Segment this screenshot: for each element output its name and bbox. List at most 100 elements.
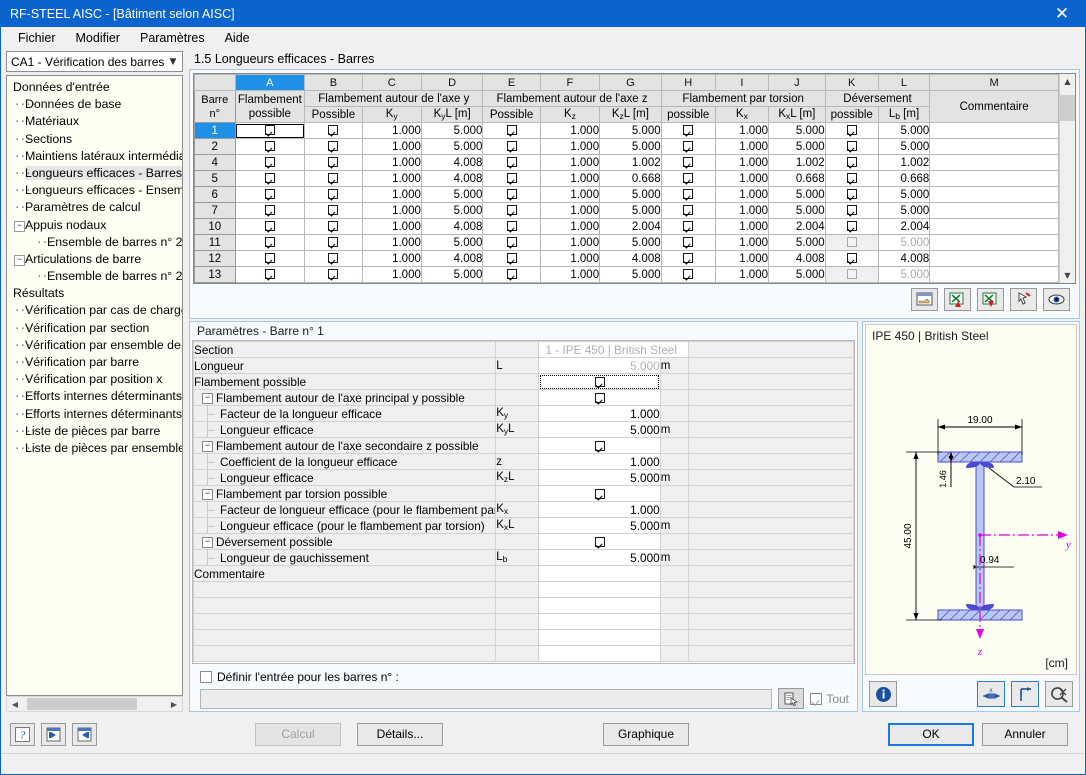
table-vscrollbar[interactable]: ▲ ▼ — [1059, 74, 1075, 283]
cell-lb[interactable]: 5.000 — [877, 234, 931, 251]
cell-kz[interactable]: 1.000 — [539, 250, 601, 267]
tree-expander-icon[interactable]: − — [14, 254, 25, 266]
cell-kx[interactable]: 1.000 — [714, 266, 770, 283]
menu-item-aide[interactable]: Aide — [216, 28, 259, 48]
column-header-D[interactable]: D — [420, 74, 484, 91]
scroll-up-icon[interactable]: ▲ — [1060, 74, 1075, 89]
row-header-12[interactable]: 12 — [194, 250, 236, 267]
define-entry-row[interactable]: Définir l'entrée pour les barres n° : — [200, 670, 849, 684]
cell-x-possible[interactable] — [660, 122, 716, 139]
load-case-combo[interactable]: CA1 - Vérification des barres en ▼ — [6, 51, 183, 72]
cell-ky[interactable]: 1.000 — [361, 234, 422, 251]
cell-comment[interactable] — [929, 202, 1059, 219]
member-numbers-input[interactable] — [200, 688, 773, 709]
checkbox-icon[interactable] — [683, 221, 694, 232]
cell-x-possible[interactable] — [660, 154, 716, 171]
checkbox-icon[interactable] — [594, 441, 605, 452]
parameter-row[interactable]: Longueur efficace (pour le flambement pa… — [193, 517, 854, 534]
cell-ky[interactable]: 1.000 — [361, 218, 422, 235]
sidebar-item-21[interactable]: ····Liste de pièces par ensemble de barr… — [7, 440, 182, 457]
checkbox-icon[interactable] — [846, 253, 857, 264]
cell-lb[interactable]: 5.000 — [877, 122, 931, 139]
column-header-M[interactable]: M — [929, 74, 1059, 91]
checkbox-icon[interactable] — [264, 173, 275, 184]
column-header-H[interactable]: H — [660, 74, 716, 91]
pick-members-icon[interactable] — [778, 688, 805, 709]
cell-kxl[interactable]: 5.000 — [768, 234, 826, 251]
checkbox-icon[interactable] — [846, 221, 857, 232]
navigator-tree[interactable]: Données d'entrée ···· Données de base ···· M… — [6, 75, 183, 696]
table-row[interactable]: 6 1.000 5.000 1.000 5.000 1.000 5.000 5.000 — [194, 186, 1059, 203]
cell-kxl[interactable]: 5.000 — [768, 138, 826, 155]
checkbox-icon[interactable] — [264, 253, 275, 264]
checkbox-icon[interactable] — [506, 173, 517, 184]
sidebar-item-1[interactable]: ···· Données de base — [7, 96, 182, 113]
zoom-reset-icon[interactable] — [1045, 681, 1073, 707]
row-header-2[interactable]: 2 — [194, 138, 236, 155]
scroll-right-icon[interactable]: ▶ — [166, 700, 182, 709]
checkbox-icon[interactable] — [328, 237, 339, 248]
checkbox-icon[interactable] — [683, 189, 694, 200]
grid-corner[interactable] — [194, 74, 236, 91]
checkbox-icon[interactable] — [683, 125, 694, 136]
graphique-button[interactable]: Graphique — [603, 722, 689, 746]
sidebar-item-6[interactable]: ····Longueurs efficaces - Ensemble — [7, 182, 182, 199]
cell-kz[interactable]: 1.000 — [539, 218, 601, 235]
axes-icon[interactable] — [1011, 681, 1039, 707]
tree-expander-icon[interactable]: − — [202, 537, 213, 548]
cell-flambement-possible[interactable] — [234, 186, 306, 203]
checkbox-icon[interactable] — [506, 157, 517, 168]
sidebar-item-4[interactable]: ····Maintiens latéraux intermédiaires — [7, 148, 182, 165]
cell-z-possible[interactable] — [482, 170, 541, 187]
excel-import-icon[interactable] — [944, 288, 971, 311]
cell-x-possible[interactable] — [660, 218, 716, 235]
cell-kz[interactable]: 1.000 — [539, 154, 601, 171]
row-header-11[interactable]: 11 — [194, 234, 236, 251]
navigator-hscrollbar[interactable]: ◀ ▶ — [6, 696, 183, 712]
sidebar-item-9[interactable]: ···· Ensemble de barres n° 2 - — [7, 234, 182, 251]
cell-comment[interactable] — [929, 122, 1059, 139]
cell-kyl[interactable]: 5.000 — [420, 266, 484, 283]
scroll-left-icon[interactable]: ◀ — [7, 700, 23, 709]
cell-kxl[interactable]: 5.000 — [768, 186, 826, 203]
info-icon[interactable] — [869, 681, 897, 707]
cell-kxl[interactable]: 5.000 — [768, 266, 826, 283]
cell-lb[interactable]: 1.002 — [877, 154, 931, 171]
dimensions-icon[interactable]: x — [977, 681, 1005, 707]
cell-kyl[interactable]: 5.000 — [420, 186, 484, 203]
cell-z-possible[interactable] — [482, 266, 541, 283]
cell-comment[interactable] — [929, 234, 1059, 251]
ok-button[interactable]: OK — [888, 722, 974, 746]
table-row[interactable]: 7 1.000 5.000 1.000 5.000 1.000 5.000 5.000 — [194, 202, 1059, 219]
cell-kzl[interactable]: 5.000 — [599, 202, 662, 219]
table-row[interactable]: 2 1.000 5.000 1.000 5.000 1.000 5.000 5.000 — [194, 138, 1059, 155]
column-header-K[interactable]: K — [824, 74, 879, 91]
row-header-1[interactable]: 1 — [194, 122, 236, 139]
cell-kz[interactable]: 1.000 — [539, 234, 601, 251]
cell-lb[interactable]: 5.000 — [877, 138, 931, 155]
cell-flambement-possible[interactable] — [234, 266, 306, 283]
sidebar-item-5[interactable]: ···· Longueurs efficaces - Barres — [7, 165, 182, 182]
checkbox-icon[interactable] — [683, 157, 694, 168]
cell-y-possible[interactable] — [304, 186, 363, 203]
checkbox-icon[interactable] — [683, 141, 694, 152]
checkbox-icon[interactable] — [846, 141, 857, 152]
cell-kz[interactable]: 1.000 — [539, 170, 601, 187]
column-header-E[interactable]: E — [482, 74, 541, 91]
cell-x-possible[interactable] — [660, 202, 716, 219]
cell-lt-possible[interactable] — [824, 154, 879, 171]
cell-kx[interactable]: 1.000 — [714, 186, 770, 203]
checkbox-icon[interactable] — [328, 205, 339, 216]
cell-kz[interactable]: 1.000 — [539, 138, 601, 155]
checkbox-icon[interactable] — [594, 489, 605, 500]
cell-z-possible[interactable] — [482, 218, 541, 235]
cell-kxl[interactable]: 4.008 — [768, 250, 826, 267]
sidebar-item-13[interactable]: ···· Vérification par cas de charge — [7, 302, 182, 319]
checkbox-icon[interactable] — [506, 125, 517, 136]
checkbox-icon[interactable] — [846, 125, 857, 136]
cell-kx[interactable]: 1.000 — [714, 138, 770, 155]
parameter-row[interactable]: Longueur de gauchissement Lb 5.000 m — [193, 549, 854, 566]
cell-flambement-possible[interactable] — [234, 202, 306, 219]
cell-kyl[interactable]: 4.008 — [420, 218, 484, 235]
checkbox-icon[interactable] — [683, 205, 694, 216]
